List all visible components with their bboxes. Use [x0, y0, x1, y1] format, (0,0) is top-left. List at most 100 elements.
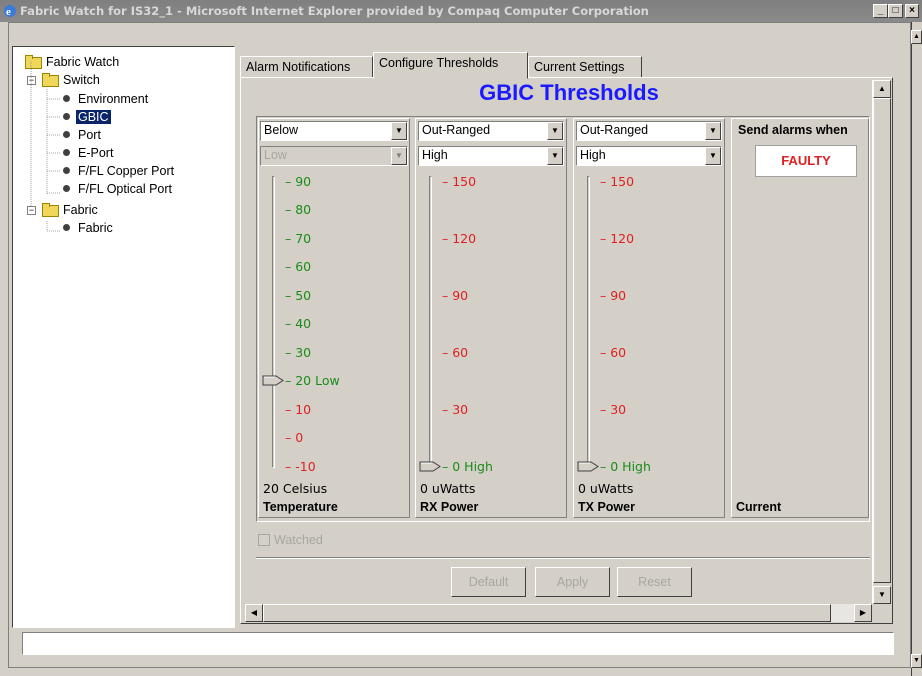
scroll-up-button[interactable]: ▲: [873, 80, 891, 98]
temperature-label: Temperature: [263, 500, 338, 514]
tab-configure-thresholds[interactable]: Configure Thresholds: [373, 52, 528, 79]
tick-label: – 120: [442, 231, 477, 246]
scroll-down-button[interactable]: ▼: [873, 586, 891, 604]
browser-scroll-down-button[interactable]: ▼: [911, 654, 922, 668]
tx-power-column: [573, 118, 725, 518]
default-button[interactable]: Default: [451, 567, 526, 597]
tx-power-level-select[interactable]: High ▼: [576, 146, 722, 166]
tick-label: – 90: [285, 174, 312, 189]
tick-label: – 90: [442, 288, 469, 303]
temperature-slider-thumb[interactable]: [262, 375, 284, 386]
tab-current-settings[interactable]: Current Settings: [528, 56, 642, 78]
tick-label: – 150: [442, 174, 477, 189]
watched-label: Watched: [274, 533, 323, 547]
tree-item-fl-copper-port[interactable]: F/FL Copper Port: [63, 162, 176, 180]
apply-button[interactable]: Apply: [535, 567, 610, 597]
tick-label: – 70: [285, 231, 312, 246]
vertical-scrollbar[interactable]: ▲ ▼: [872, 80, 891, 605]
rx-power-slider-thumb[interactable]: [419, 461, 441, 472]
tick-label: – 120: [600, 231, 635, 246]
chevron-down-icon: ▼: [705, 147, 721, 165]
tick-label: – 0 High: [600, 459, 651, 474]
chevron-down-icon: ▼: [705, 122, 721, 140]
tree-item-environment[interactable]: Environment: [63, 90, 150, 108]
collapse-fabric-icon[interactable]: −: [27, 206, 36, 215]
tree-item-port[interactable]: Port: [63, 126, 103, 144]
leaf-node-icon: [63, 113, 70, 120]
vertical-scroll-thumb[interactable]: [873, 98, 891, 583]
leaf-node-icon: [63, 149, 70, 156]
horizontal-scroll-thumb[interactable]: [263, 604, 831, 622]
tree-item-gbic[interactable]: GBIC: [63, 108, 111, 126]
chevron-down-icon: ▼: [547, 122, 563, 140]
browser-scrollbar[interactable]: ▲ ▼: [911, 22, 922, 676]
tree-node-fabric[interactable]: Fabric: [42, 201, 100, 219]
leaf-node-icon: [63, 167, 70, 174]
tx-power-readout: 0 uWatts: [578, 481, 634, 496]
tx-power-level-value: High: [580, 148, 606, 162]
temperature-slider-track[interactable]: [272, 176, 275, 468]
temperature-column: [258, 118, 410, 518]
tree-item-e-port[interactable]: E-Port: [63, 144, 115, 162]
tree-item-fabric[interactable]: Fabric: [63, 219, 115, 237]
scroll-left-button[interactable]: ◀: [245, 604, 263, 622]
tick-label: – 30: [442, 402, 469, 417]
rx-power-mode-select[interactable]: Out-Ranged ▼: [418, 121, 564, 141]
rx-power-level-select[interactable]: High ▼: [418, 146, 564, 166]
tick-label: – 80: [285, 202, 312, 217]
tx-power-mode-select[interactable]: Out-Ranged ▼: [576, 121, 722, 141]
tick-label: – -10: [285, 459, 316, 474]
tick-label: – 0 High: [442, 459, 493, 474]
chevron-down-icon: ▼: [547, 147, 563, 165]
send-alarms-label: Send alarms when: [738, 123, 848, 137]
tick-label: – 90: [600, 288, 627, 303]
temperature-level-select: Low ▼: [260, 146, 408, 166]
divider: [256, 557, 870, 559]
page-title: GBIC Thresholds: [479, 80, 659, 105]
svg-text:e: e: [6, 6, 11, 18]
tick-label: – 30: [600, 402, 627, 417]
horizontal-scrollbar[interactable]: ◀ ▶: [245, 604, 872, 622]
temperature-mode-select[interactable]: Below ▼: [260, 121, 408, 141]
tick-label: – 40: [285, 316, 312, 331]
chevron-down-icon: ▼: [391, 147, 407, 165]
tick-label: – 150: [600, 174, 635, 189]
tab-alarm-notifications[interactable]: Alarm Notifications: [240, 56, 373, 78]
minimize-button[interactable]: _: [873, 4, 888, 18]
rx-power-level-value: High: [422, 148, 448, 162]
leaf-node-icon: [63, 95, 70, 102]
tick-label: – 60: [600, 345, 627, 360]
temperature-readout: 20 Celsius: [263, 481, 328, 496]
rx-power-mode-value: Out-Ranged: [422, 123, 491, 137]
alarm-column: [731, 118, 869, 518]
window-title: Fabric Watch for IS32_1 - Microsoft Inte…: [20, 4, 649, 18]
tick-label: – 60: [285, 259, 312, 274]
maximize-button[interactable]: □: [888, 4, 903, 18]
tick-label: – 30: [285, 345, 312, 360]
chevron-down-icon: ▼: [391, 122, 407, 140]
tick-label: – 50: [285, 288, 312, 303]
status-bar: [22, 632, 894, 655]
tx-power-label: TX Power: [578, 500, 635, 514]
close-button[interactable]: ×: [905, 4, 919, 18]
folder-open-icon: [42, 203, 59, 217]
tx-power-slider-track[interactable]: [587, 176, 590, 468]
leaf-node-icon: [63, 131, 70, 138]
reset-button[interactable]: Reset: [617, 567, 692, 597]
rx-power-readout: 0 uWatts: [420, 481, 476, 496]
browser-scroll-up-button[interactable]: ▲: [911, 30, 922, 44]
rx-power-column: [415, 118, 567, 518]
tx-power-slider-thumb[interactable]: [577, 461, 599, 472]
rx-power-slider-track[interactable]: [429, 176, 432, 468]
scrollbar-corner: [872, 604, 890, 622]
tick-label: – 60: [442, 345, 469, 360]
tick-label: – 0: [285, 430, 304, 445]
scroll-right-button[interactable]: ▶: [854, 604, 872, 622]
watched-checkbox[interactable]: Watched: [258, 533, 323, 547]
navigation-tree: Fabric Watch − Switch Environment GBIC P…: [12, 46, 235, 628]
current-label: Current: [736, 500, 782, 514]
checkbox-icon: [258, 534, 270, 546]
tree-item-fl-optical-port[interactable]: F/FL Optical Port: [63, 180, 174, 198]
temperature-level-value: Low: [264, 148, 287, 162]
alarm-state-badge: FAULTY: [755, 145, 857, 177]
